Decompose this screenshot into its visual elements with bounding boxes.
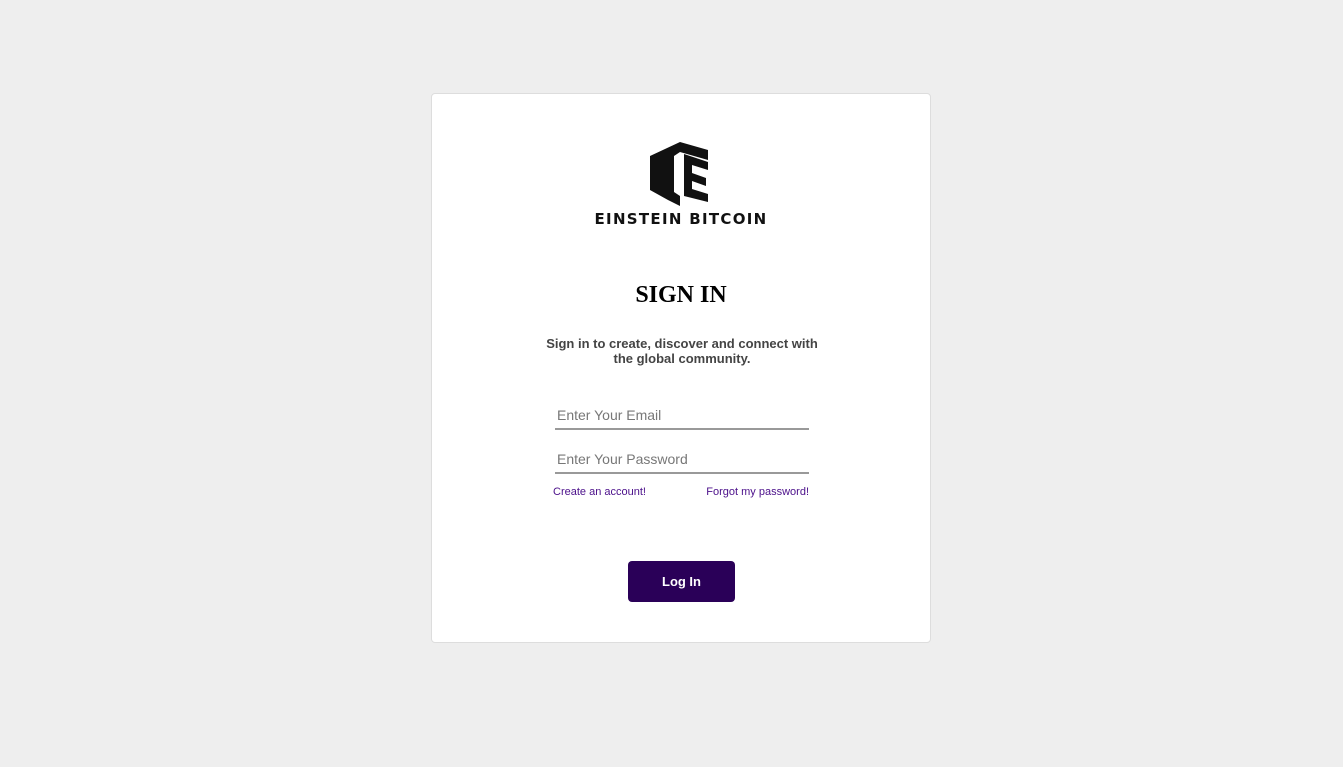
einstein-e-cube-icon <box>650 142 708 206</box>
password-field[interactable] <box>555 446 809 474</box>
brand-logo: EINSTEIN BITCOIN <box>432 140 930 228</box>
forgot-password-link[interactable]: Forgot my password! <box>706 486 809 498</box>
email-field[interactable] <box>555 402 809 430</box>
login-button[interactable]: Log In <box>628 561 735 602</box>
signin-card: EINSTEIN BITCOIN SIGN IN Sign in to crea… <box>431 93 931 643</box>
create-account-link[interactable]: Create an account! <box>553 486 646 498</box>
page-subtitle: Sign in to create, discover and connect … <box>546 336 818 366</box>
logo-text: EINSTEIN BITCOIN <box>594 210 768 228</box>
page-title: SIGN IN <box>635 282 727 308</box>
